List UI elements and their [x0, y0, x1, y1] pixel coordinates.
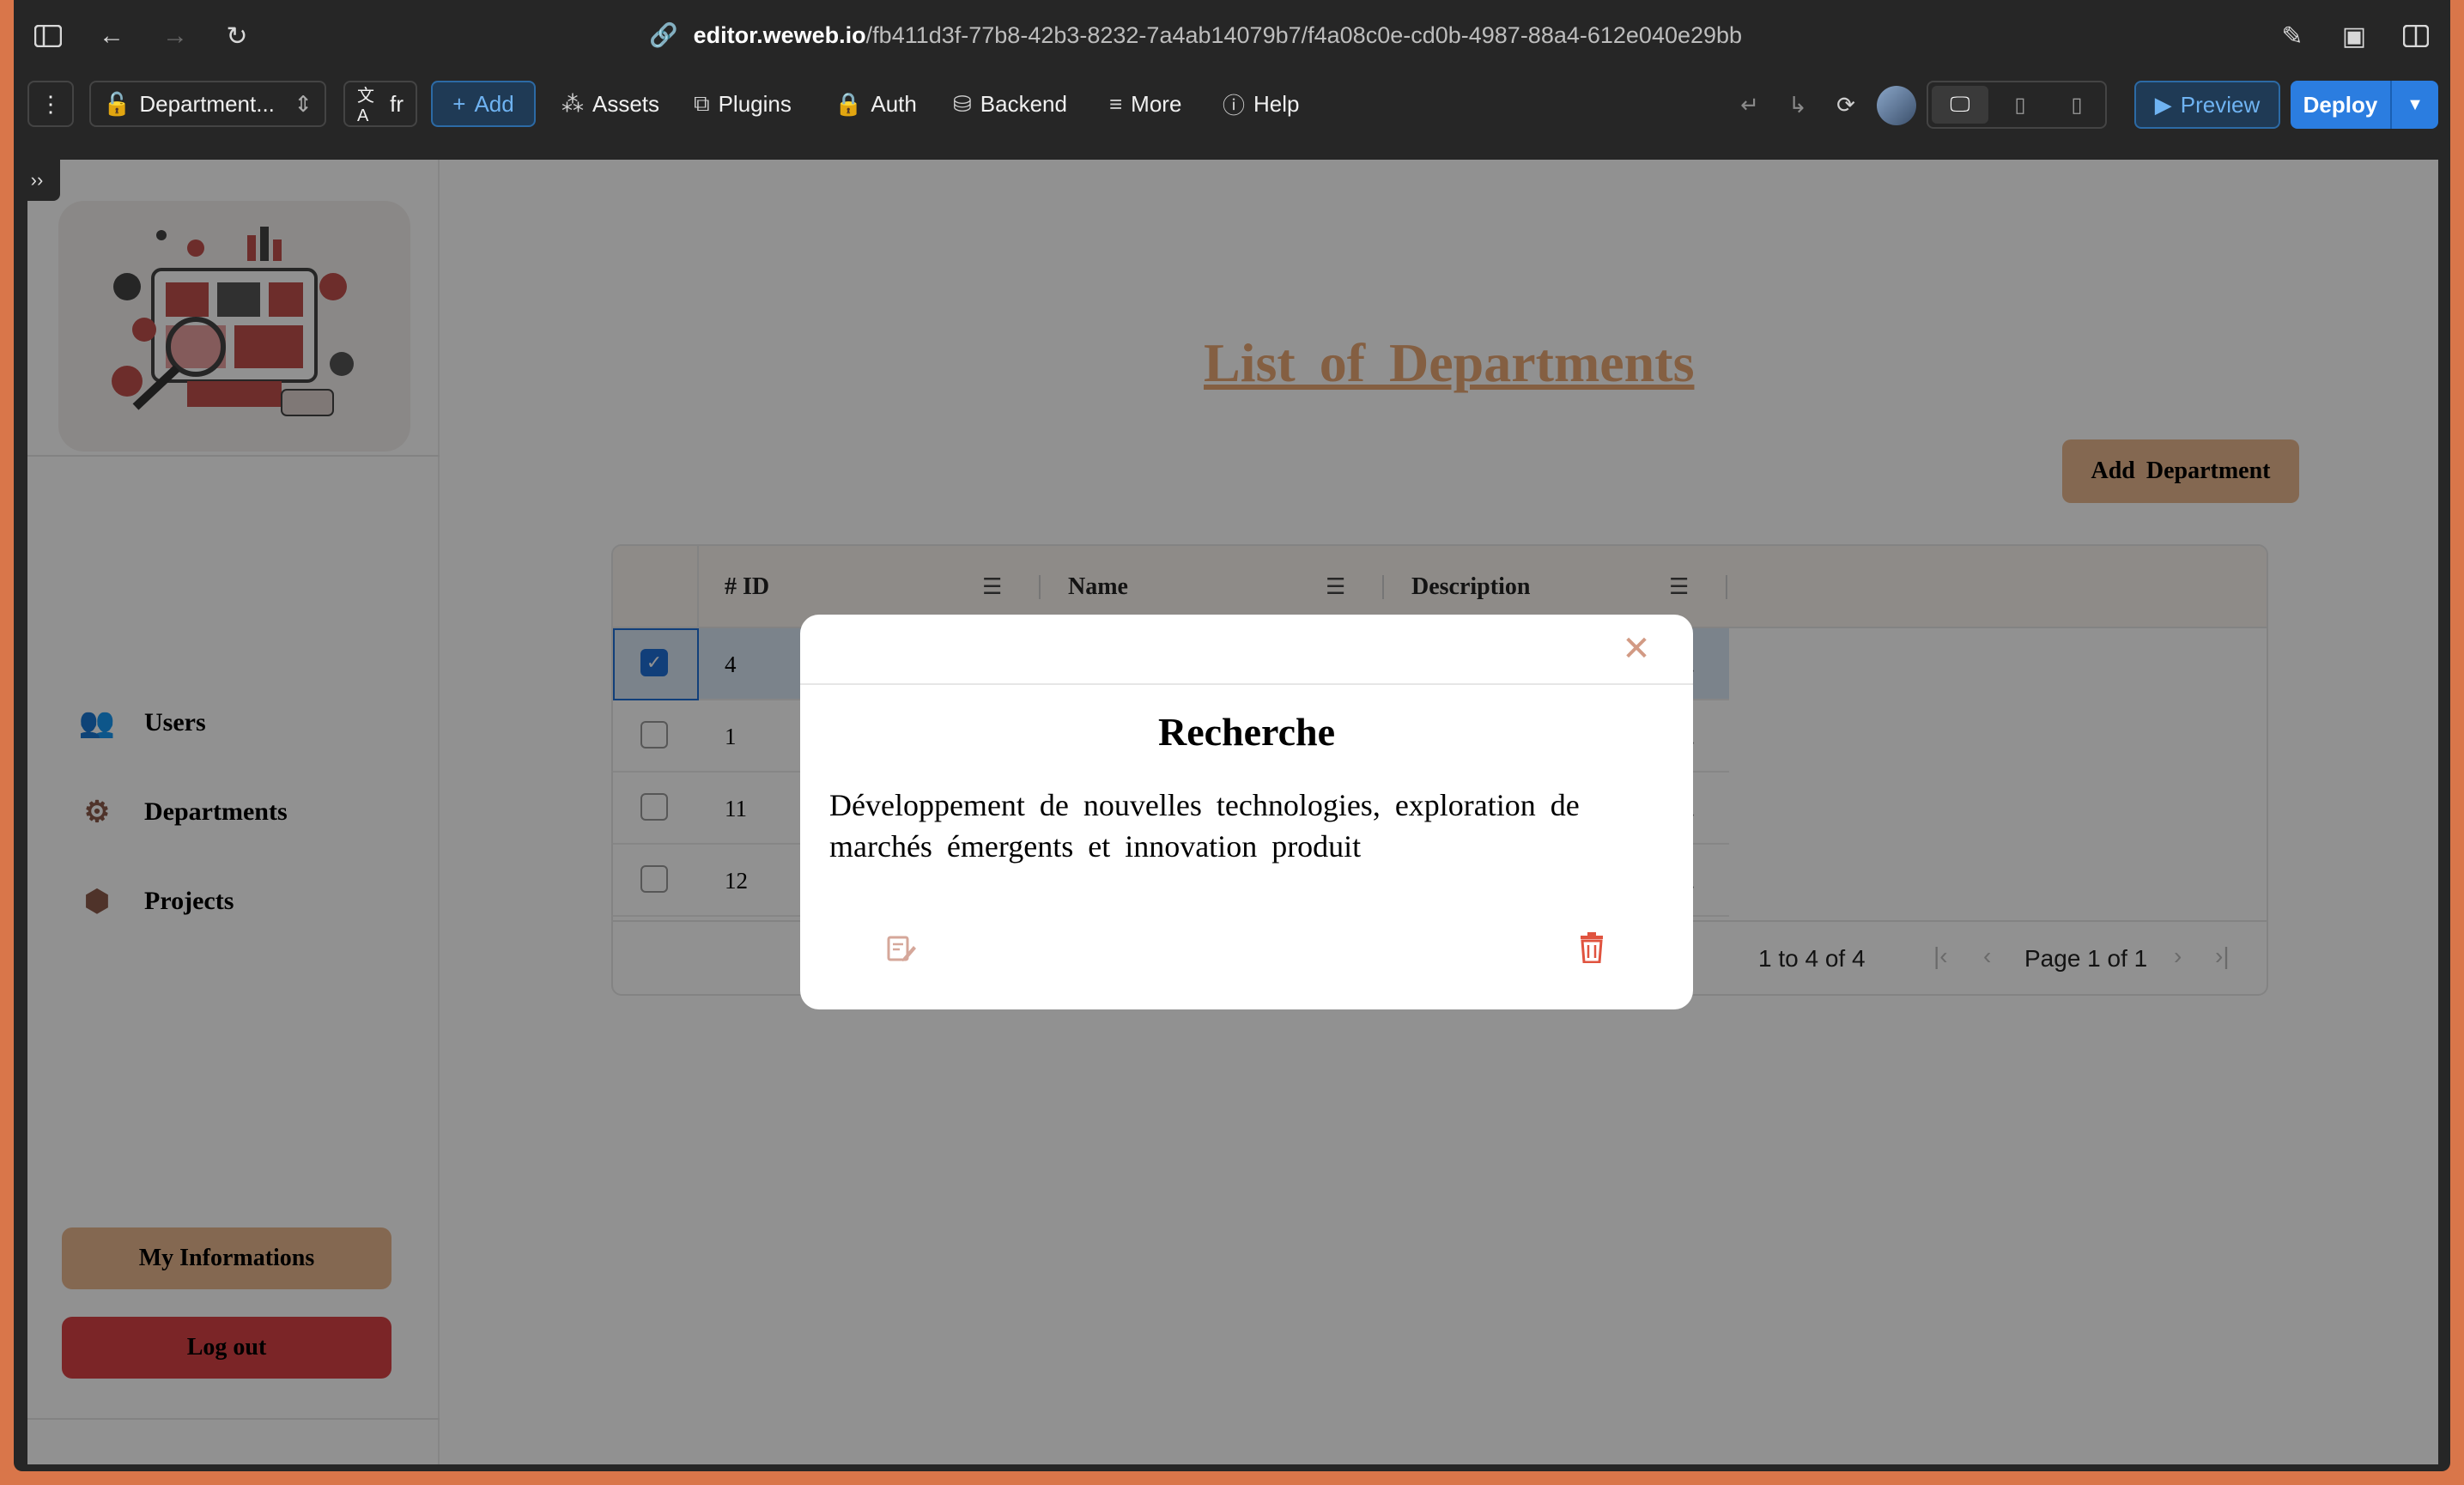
link-icon: 🔗: [649, 22, 678, 48]
close-icon[interactable]: ✕: [1617, 630, 1655, 668]
trash-icon[interactable]: [1573, 929, 1611, 967]
lock-icon: 🔒: [834, 90, 863, 117]
tablet-icon[interactable]: ▯: [1992, 82, 2048, 127]
help-menu[interactable]: ⓘ Help: [1223, 81, 1300, 127]
assets-label: Assets: [592, 90, 660, 117]
department-modal: ✕ Recherche Développement de nouvelles t…: [800, 615, 1693, 1009]
browser-bar: ← → ↻ 🔗 editor.weweb.io/fb411d3f-77b8-42…: [14, 0, 2450, 70]
deploy-button[interactable]: Deploy ▼: [2291, 81, 2438, 129]
preview-button[interactable]: ▶ Preview: [2134, 81, 2280, 129]
language-label: fr: [390, 90, 404, 117]
plus-icon: +: [452, 90, 466, 117]
add-label: Add: [474, 90, 514, 117]
page-canvas: 👥 Users ⚙ Departments ⬢ Projects My Info…: [27, 160, 2438, 1464]
modal-divider: [800, 683, 1693, 685]
plugin-icon: ⧉: [694, 90, 710, 116]
plugins-menu[interactable]: ⧉ Plugins: [694, 81, 792, 127]
hamburger-icon: ≡: [1109, 90, 1123, 117]
help-label: Help: [1253, 90, 1300, 117]
backend-label: Backend: [980, 90, 1067, 117]
expand-panel-button[interactable]: ››: [14, 160, 60, 201]
edit-icon[interactable]: [883, 929, 920, 967]
back-arrow-icon[interactable]: ←: [93, 17, 130, 55]
mobile-icon[interactable]: ▯: [2048, 82, 2105, 127]
assets-icon: ⁂: [561, 90, 584, 117]
forward-arrow-icon[interactable]: →: [156, 17, 194, 55]
undo-icon[interactable]: ↵: [1733, 88, 1767, 122]
editor-toolbar: ⋮ 🔓 Department... ⇕ 文A fr + Add ⁂ Assets …: [14, 70, 2450, 146]
database-icon: ⛁: [953, 90, 972, 117]
eyedropper-icon[interactable]: ✎: [2273, 17, 2311, 55]
updown-chevron-icon: ⇕: [294, 90, 313, 117]
auth-label: Auth: [871, 90, 917, 117]
desktop-icon[interactable]: 🖵: [1932, 86, 1988, 124]
deploy-label: Deploy: [2291, 81, 2392, 129]
sidebar-toggle-icon[interactable]: [29, 17, 67, 55]
modal-title: Recherche: [1157, 710, 1336, 754]
extensions-icon[interactable]: ▣: [2335, 17, 2373, 55]
kebab-icon: ⋮: [39, 90, 62, 117]
url-host: editor.weweb.io: [693, 21, 866, 48]
page-selector-label: Department...: [139, 90, 275, 117]
split-view-icon[interactable]: [2397, 17, 2435, 55]
auth-menu[interactable]: 🔒 Auth: [834, 81, 917, 127]
device-switcher: 🖵 ▯ ▯: [1927, 81, 2107, 129]
backend-menu[interactable]: ⛁ Backend: [953, 81, 1067, 127]
avatar[interactable]: [1877, 86, 1916, 125]
assets-menu[interactable]: ⁂ Assets: [561, 81, 659, 127]
plugins-label: Plugins: [718, 90, 792, 117]
page-selector[interactable]: 🔓 Department... ⇕: [89, 81, 326, 127]
lock-icon: 🔓: [103, 90, 131, 117]
reload-icon[interactable]: ↻: [218, 17, 256, 55]
more-label: More: [1131, 90, 1182, 117]
help-icon: ⓘ: [1223, 92, 1246, 118]
address-bar[interactable]: 🔗 editor.weweb.io/fb411d3f-77b8-42b3-823…: [649, 15, 1742, 55]
browser-window: ← → ↻ 🔗 editor.weweb.io/fb411d3f-77b8-42…: [14, 0, 2450, 1471]
language-button[interactable]: 文A fr: [343, 81, 417, 127]
more-menu[interactable]: ≡ More: [1109, 81, 1181, 127]
play-icon: ▶: [2154, 91, 2172, 118]
modal-description: Développement de nouvelles technologies,…: [829, 788, 1580, 864]
preview-label: Preview: [2180, 91, 2261, 118]
redo-icon[interactable]: ↳: [1781, 88, 1815, 122]
add-button[interactable]: + Add: [431, 81, 536, 127]
refresh-icon[interactable]: ⟳: [1829, 88, 1863, 122]
menu-kebab-button[interactable]: ⋮: [27, 81, 74, 127]
chevron-down-icon[interactable]: ▼: [2392, 95, 2438, 115]
url-path: /fb411d3f-77b8-42b3-8232-7a4ab14079b7/f4…: [865, 21, 1743, 48]
translate-icon: 文A: [357, 87, 374, 125]
